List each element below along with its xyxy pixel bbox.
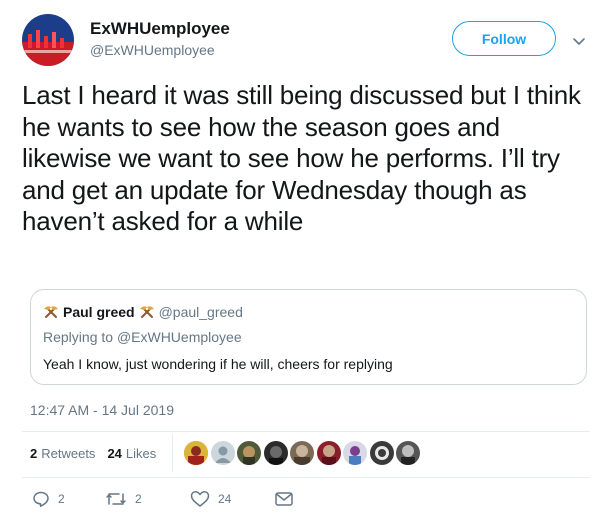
crossed-hammers-icon	[139, 304, 155, 320]
author-name[interactable]: ExWHUemployee	[90, 19, 230, 39]
quoted-author-name[interactable]: Paul greed	[63, 304, 135, 320]
reply-icon	[33, 491, 49, 507]
replying-to-line: Replying to @ExWHUemployee	[43, 329, 242, 345]
liker-avatar[interactable]	[290, 441, 314, 465]
crossed-hammers-icon	[43, 304, 59, 320]
retweet-action[interactable]: 2	[105, 490, 142, 508]
quoted-tweet[interactable]: Paul greed @paul_greed Replying to @ExWH…	[30, 289, 587, 385]
tweet-text: Last I heard it was still being discusse…	[22, 80, 581, 236]
follow-button[interactable]: Follow	[452, 21, 556, 56]
author-avatar[interactable]	[22, 14, 74, 66]
liker-avatar[interactable]	[396, 441, 420, 465]
liker-avatar[interactable]	[210, 441, 235, 465]
tweet-timestamp[interactable]: 12:47 AM - 14 Jul 2019	[30, 402, 174, 418]
quoted-tweet-text: Yeah I know, just wondering if he will, …	[43, 356, 393, 372]
retweet-icon	[106, 493, 126, 505]
retweets-count: 2	[30, 446, 38, 461]
replying-to-prefix: Replying to	[43, 329, 117, 345]
divider	[22, 431, 590, 432]
quoted-author-handle[interactable]: @paul_greed	[159, 304, 243, 320]
quoted-author-line: Paul greed @paul_greed	[43, 304, 243, 320]
liker-avatars	[184, 441, 423, 465]
liker-avatar[interactable]	[184, 441, 208, 465]
liker-avatar[interactable]	[343, 441, 367, 465]
liker-avatar[interactable]	[237, 441, 261, 465]
retweets-stat[interactable]: 2 Retweets	[30, 446, 95, 461]
retweets-label: Retweets	[41, 446, 96, 461]
reply-count: 2	[58, 492, 65, 506]
liker-avatar[interactable]	[263, 441, 288, 465]
like-action[interactable]: 24	[190, 490, 231, 508]
liker-avatar[interactable]	[369, 441, 394, 465]
direct-message-action[interactable]	[274, 490, 294, 508]
like-count: 24	[218, 492, 232, 506]
divider	[22, 477, 590, 478]
likes-count: 24	[107, 446, 122, 461]
retweet-count: 2	[135, 492, 142, 506]
likes-stat[interactable]: 24 Likes	[107, 446, 156, 461]
stats-separator	[172, 434, 173, 472]
replying-to-handle[interactable]: @ExWHUemployee	[117, 329, 242, 345]
tweet-actions: 2 2 24	[30, 490, 590, 512]
likes-label: Likes	[125, 446, 157, 461]
reply-action[interactable]: 2	[32, 490, 65, 508]
chevron-down-icon[interactable]	[572, 34, 586, 46]
engagement-stats: 2 Retweets 24 Likes	[30, 446, 168, 461]
liker-avatar[interactable]	[316, 441, 341, 465]
direct-message-icon	[275, 492, 293, 506]
tweet-header: ExWHUemployee @ExWHUemployee Follow	[22, 14, 592, 66]
author-handle[interactable]: @ExWHUemployee	[90, 42, 215, 58]
heart-icon	[190, 491, 210, 507]
